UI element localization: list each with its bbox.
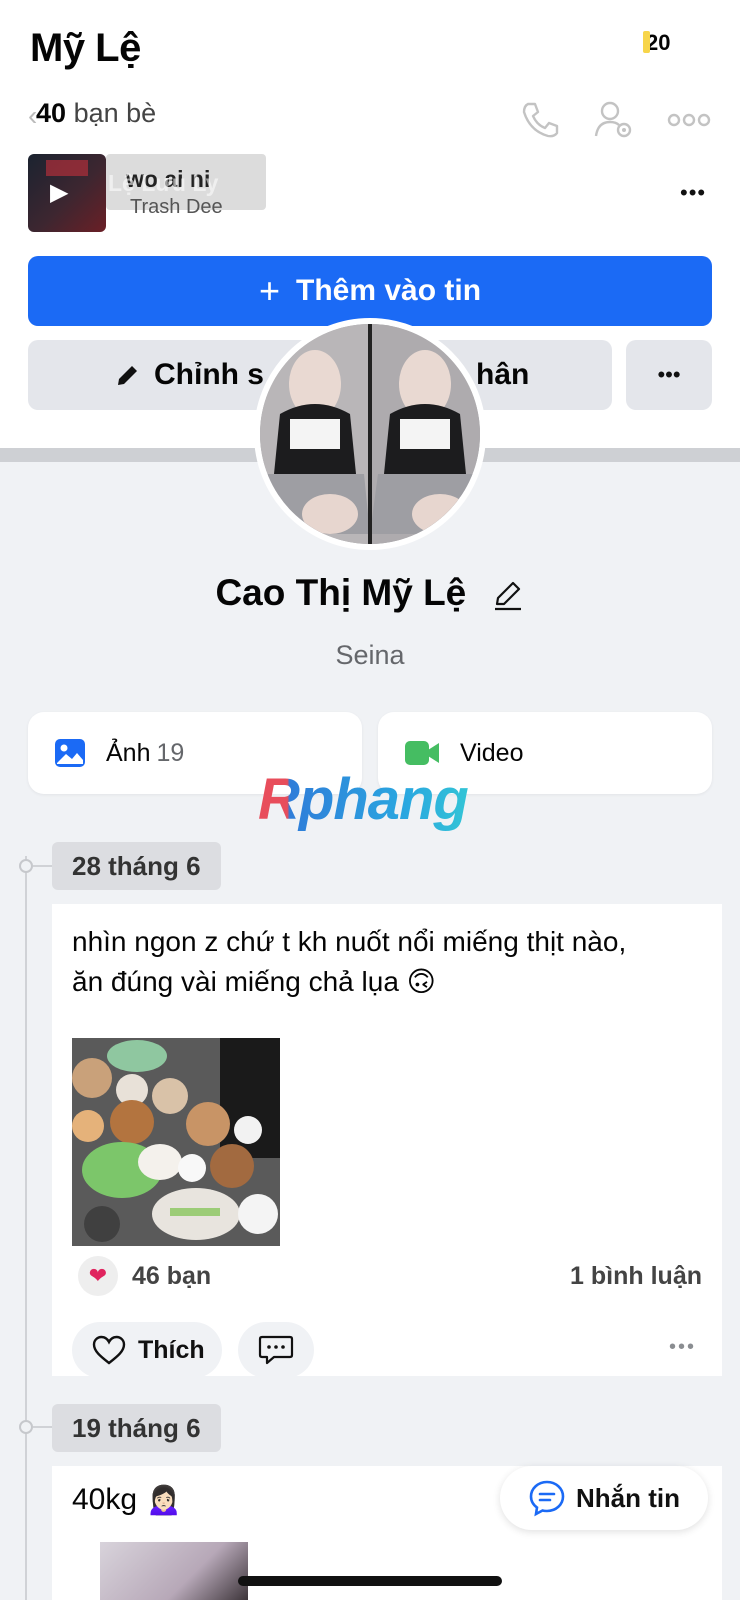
music-title-overlay: Lệ Lưu Ly: [108, 170, 219, 196]
post-photo[interactable]: [100, 1542, 248, 1600]
pencil-icon: [118, 366, 137, 385]
comment-icon: [258, 1335, 294, 1365]
post-text: 40kg 🙍🏻‍♀️: [72, 1483, 183, 1516]
friend-settings-icon[interactable]: [592, 98, 636, 142]
video-camera-icon: [405, 741, 439, 765]
photos-count: 19: [156, 738, 185, 767]
phone-icon[interactable]: [518, 98, 562, 142]
message-button[interactable]: Nhắn tin: [500, 1466, 708, 1530]
post-text-line: nhìn ngon z chứ t kh nuốt nổi miếng thịt…: [72, 926, 627, 957]
timeline-line: [25, 856, 27, 1600]
friends-number: 40: [36, 98, 67, 128]
photos-icon: [55, 739, 85, 767]
heart-outline-icon: [92, 1335, 126, 1365]
message-label: Nhắn tin: [576, 1482, 680, 1513]
watermark-logo: Rphang: [258, 767, 469, 832]
video-label: Video: [460, 738, 524, 767]
play-icon[interactable]: ▶: [50, 178, 68, 207]
header-display-name: Mỹ Lệ: [30, 26, 141, 70]
timeline-dot: [19, 859, 33, 873]
post-photo[interactable]: [72, 1038, 280, 1246]
like-button[interactable]: Thích: [72, 1322, 222, 1378]
home-indicator[interactable]: [238, 1576, 502, 1586]
more-options-icon[interactable]: [666, 98, 712, 142]
plus-icon: +: [258, 270, 280, 311]
full-name-text: Cao Thị Mỹ Lệ: [215, 572, 467, 613]
profile-music[interactable]: ▶ wo ai ni Lệ Lưu Ly Trash Dee: [26, 154, 272, 232]
messenger-icon: [529, 1480, 565, 1517]
streak-badge[interactable]: 20: [642, 30, 670, 56]
friends-count[interactable]: 40 bạn bè: [36, 98, 156, 129]
timeline-tick: [33, 1426, 53, 1428]
comment-count[interactable]: 1 bình luận: [570, 1262, 702, 1291]
like-label: Thích: [138, 1335, 205, 1364]
photos-label: Ảnh: [106, 738, 151, 767]
more-actions-button[interactable]: •••: [626, 340, 712, 410]
edit-profile-label-end: hân: [476, 358, 530, 391]
timeline-tick: [33, 865, 53, 867]
add-to-story-button[interactable]: + Thêm vào tin: [28, 256, 712, 326]
heart-reaction-icon[interactable]: ❤: [78, 1256, 118, 1296]
edit-name-icon[interactable]: [491, 578, 525, 612]
profile-avatar[interactable]: [254, 318, 486, 550]
post-text: nhìn ngon z chứ t kh nuốt nổi miếng thịt…: [72, 922, 702, 1002]
comment-button[interactable]: [238, 1322, 314, 1378]
reaction-count[interactable]: 46 bạn: [132, 1262, 211, 1291]
post-text-line: ăn đúng vài miếng chả lụa 🙃: [72, 966, 436, 997]
profile-full-name: Cao Thị Mỹ Lệ: [0, 572, 740, 614]
timeline-dot: [19, 1420, 33, 1434]
friends-label: bạn bè: [73, 98, 157, 128]
music-artist: Trash Dee: [130, 196, 223, 218]
post-date: 28 tháng 6: [52, 842, 221, 890]
edit-profile-label-start: Chỉnh s: [154, 358, 264, 391]
post-more-icon[interactable]: •••: [669, 1336, 696, 1359]
add-to-story-label: Thêm vào tin: [296, 274, 482, 307]
post-date: 19 tháng 6: [52, 1404, 221, 1452]
post-card: nhìn ngon z chứ t kh nuốt nổi miếng thịt…: [52, 904, 722, 1378]
music-more-icon[interactable]: •••: [680, 180, 706, 206]
profile-nickname: Seina: [335, 640, 405, 670]
